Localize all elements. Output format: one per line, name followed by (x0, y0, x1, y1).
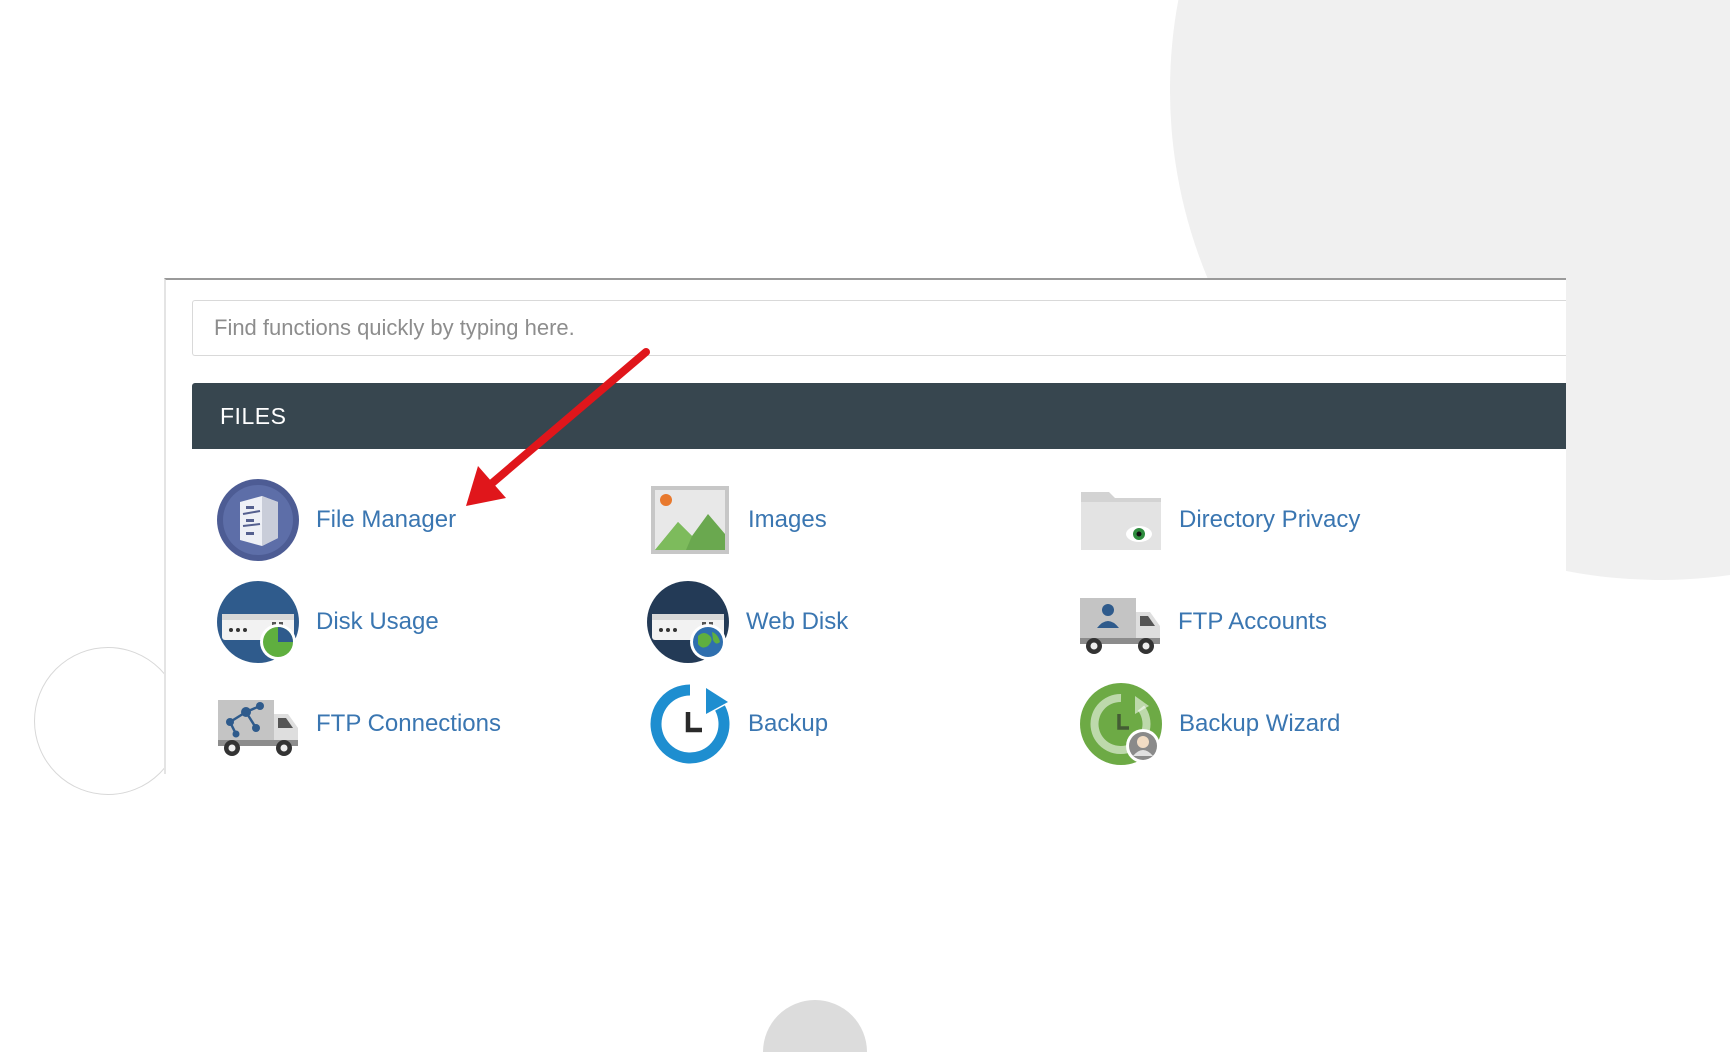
tool-label: Web Disk (746, 608, 849, 635)
tool-label: Backup (748, 710, 829, 737)
ftp-accounts-truck-icon (1078, 580, 1162, 664)
tool-ftp-accounts[interactable]: FTP Accounts (1078, 580, 1327, 664)
file-cabinet-icon (216, 478, 300, 562)
web-disk-icon (646, 580, 730, 664)
files-section-header[interactable]: FILES (192, 383, 1566, 449)
tool-label: Backup Wizard (1179, 710, 1341, 737)
tool-directory-privacy[interactable]: Directory Privacy (1079, 478, 1360, 562)
tool-ftp-connections[interactable]: FTP Connections (216, 682, 501, 766)
tool-label: FTP Connections (316, 710, 501, 737)
background-circle-small (763, 1000, 867, 1052)
cpanel-screenshot-panel: FILES File Manager (164, 278, 1566, 774)
search-input[interactable] (193, 301, 1566, 355)
background-circle-outline (34, 647, 182, 795)
tool-label: File Manager (316, 506, 457, 533)
tool-backup[interactable]: Backup (648, 682, 828, 766)
tool-label: FTP Accounts (1178, 608, 1327, 635)
tool-web-disk[interactable]: Web Disk (646, 580, 848, 664)
canvas: FILES File Manager (0, 0, 1730, 1052)
tool-images[interactable]: Images (648, 478, 827, 562)
backup-icon (648, 682, 732, 766)
disk-usage-icon (216, 580, 300, 664)
tool-label: Disk Usage (316, 608, 439, 635)
tool-label: Images (748, 506, 827, 533)
ftp-connections-truck-icon (216, 682, 300, 766)
folder-eye-icon (1079, 478, 1163, 562)
section-title: FILES (220, 403, 287, 429)
search-box (192, 300, 1566, 356)
tool-label: Directory Privacy (1179, 506, 1361, 533)
image-icon (648, 478, 732, 562)
tool-disk-usage[interactable]: Disk Usage (216, 580, 439, 664)
backup-wizard-icon (1079, 682, 1163, 766)
tool-backup-wizard[interactable]: Backup Wizard (1079, 682, 1340, 766)
tool-file-manager[interactable]: File Manager (216, 478, 456, 562)
